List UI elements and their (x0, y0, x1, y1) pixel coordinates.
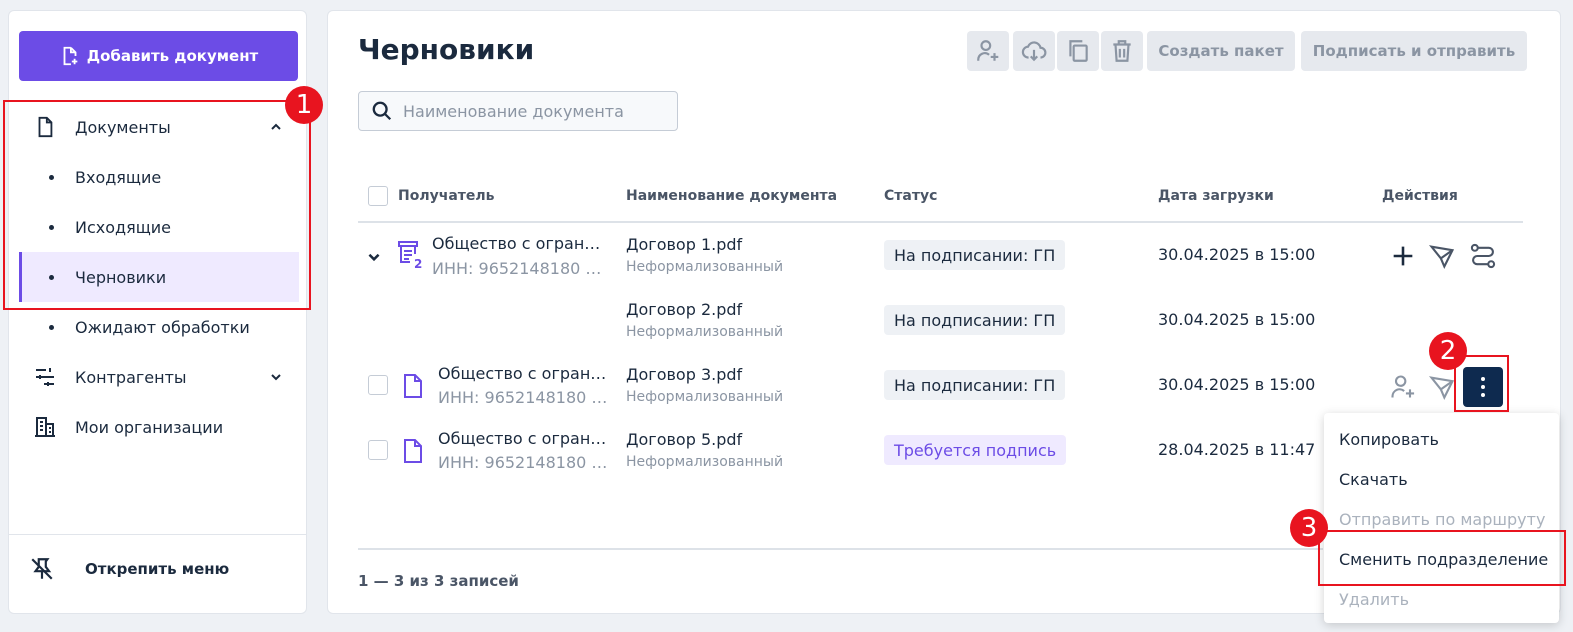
row-checkbox[interactable] (368, 375, 388, 395)
upload-date: 30.04.2025 в 15:00 (1158, 375, 1316, 394)
recipient-inn: ИНН: 9652148180 … (438, 388, 608, 407)
add-document-button[interactable]: Добавить документ (19, 31, 298, 81)
column-header-upload-date[interactable]: Дата загрузки (1158, 188, 1274, 204)
document-name[interactable]: Договор 1.pdf (626, 235, 742, 254)
column-header-status[interactable]: Статус (884, 188, 937, 204)
create-package-button[interactable]: Создать пакет (1147, 31, 1295, 71)
footer-divider (358, 548, 1323, 550)
sidebar-item-label: Контрагенты (75, 367, 187, 387)
sidebar-item-my-organizations[interactable]: Мои организации (19, 402, 299, 452)
add-document-label: Добавить документ (86, 47, 259, 65)
unpin-menu-button[interactable]: Открепить меню (29, 556, 229, 582)
menu-item-copy[interactable]: Копировать (1339, 430, 1439, 449)
send-button[interactable] (1427, 241, 1457, 271)
annotation-marker-1: 1 (285, 86, 323, 124)
upload-date: 30.04.2025 в 15:00 (1158, 245, 1316, 264)
send-icon (1428, 376, 1455, 400)
document-type: Неформализованный (626, 454, 784, 470)
package-count: 2 (414, 257, 423, 271)
document-name[interactable]: Договор 2.pdf (626, 300, 742, 319)
annotation-marker-3: 3 (1290, 509, 1328, 547)
column-header-actions: Действия (1382, 188, 1458, 204)
document-type: Неформализованный (626, 259, 784, 275)
search-box (358, 91, 678, 131)
menu-item-download[interactable]: Скачать (1339, 470, 1408, 489)
add-file-icon (63, 46, 78, 66)
search-icon (372, 101, 392, 121)
document-name[interactable]: Договор 5.pdf (626, 430, 742, 449)
recipient-name: Общество с огран… (438, 364, 607, 383)
document-name[interactable]: Договор 3.pdf (626, 365, 742, 384)
sign-and-send-button[interactable]: Подписать и отправить (1301, 31, 1527, 71)
status-badge: На подписании: ГП (884, 305, 1066, 335)
assign-user-button[interactable] (967, 31, 1009, 71)
sidebar-item-label: Мои организации (75, 417, 224, 437)
expand-chevron-icon[interactable] (366, 249, 382, 265)
header-divider (358, 221, 1523, 223)
page-title: Черновики (358, 33, 535, 66)
document-icon (404, 374, 422, 398)
column-header-recipient[interactable]: Получатель (398, 188, 495, 204)
plus-icon (1393, 246, 1413, 266)
context-menu: Копировать Скачать Отправить по маршруту… (1324, 413, 1559, 623)
sidebar-item-label: Ожидают обработки (75, 317, 250, 337)
recipient-inn: ИНН: 9652148180 … (432, 259, 602, 278)
status-badge: На подписании: ГП (884, 240, 1066, 270)
cloud-download-icon (1021, 41, 1047, 62)
bullet-icon (49, 324, 54, 330)
upload-date: 28.04.2025 в 11:47 (1158, 440, 1316, 459)
send-button[interactable] (1427, 372, 1457, 402)
select-all-checkbox[interactable] (368, 186, 388, 206)
recipient-name: Общество с огран… (432, 234, 601, 253)
status-badge: Требуется подпись (884, 435, 1067, 465)
row-checkbox[interactable] (368, 440, 388, 460)
annotation-highlight-change-department (1318, 530, 1566, 586)
menu-item-delete: Удалить (1339, 590, 1409, 609)
sidebar-divider (9, 534, 306, 535)
building-icon (33, 415, 57, 439)
document-type: Неформализованный (626, 389, 784, 405)
add-user-icon (977, 40, 999, 61)
counterparties-icon (33, 365, 57, 389)
download-button[interactable] (1013, 31, 1055, 71)
send-icon (1428, 245, 1455, 269)
document-type: Неформализованный (626, 324, 784, 340)
annotation-highlight-sidebar (3, 100, 311, 310)
menu-item-send-by-route: Отправить по маршруту (1339, 510, 1546, 529)
document-icon (404, 439, 422, 463)
recipient-name: Общество с огран… (438, 429, 607, 448)
recipient-inn: ИНН: 9652148180 … (438, 453, 608, 472)
status-badge: На подписании: ГП (884, 370, 1066, 400)
chevron-down-icon (271, 374, 281, 381)
search-input[interactable] (403, 101, 663, 121)
unpin-label: Открепить меню (85, 560, 230, 578)
trash-icon (1113, 40, 1131, 62)
assign-user-button[interactable] (1388, 372, 1418, 402)
records-count: 1 — 3 из 3 записей (358, 572, 519, 590)
add-user-icon (1391, 375, 1415, 398)
route-button[interactable] (1468, 241, 1498, 271)
copy-button[interactable] (1057, 31, 1099, 71)
unpin-icon (31, 558, 53, 580)
annotation-marker-2: 2 (1429, 332, 1467, 370)
delete-button[interactable] (1101, 31, 1143, 71)
route-icon (1470, 243, 1496, 269)
add-button[interactable] (1388, 241, 1418, 271)
upload-date: 30.04.2025 в 15:00 (1158, 310, 1316, 329)
column-header-document-name[interactable]: Наименование документа (626, 188, 837, 204)
copy-icon (1069, 40, 1088, 62)
sidebar-item-counterparties[interactable]: Контрагенты (19, 352, 299, 402)
